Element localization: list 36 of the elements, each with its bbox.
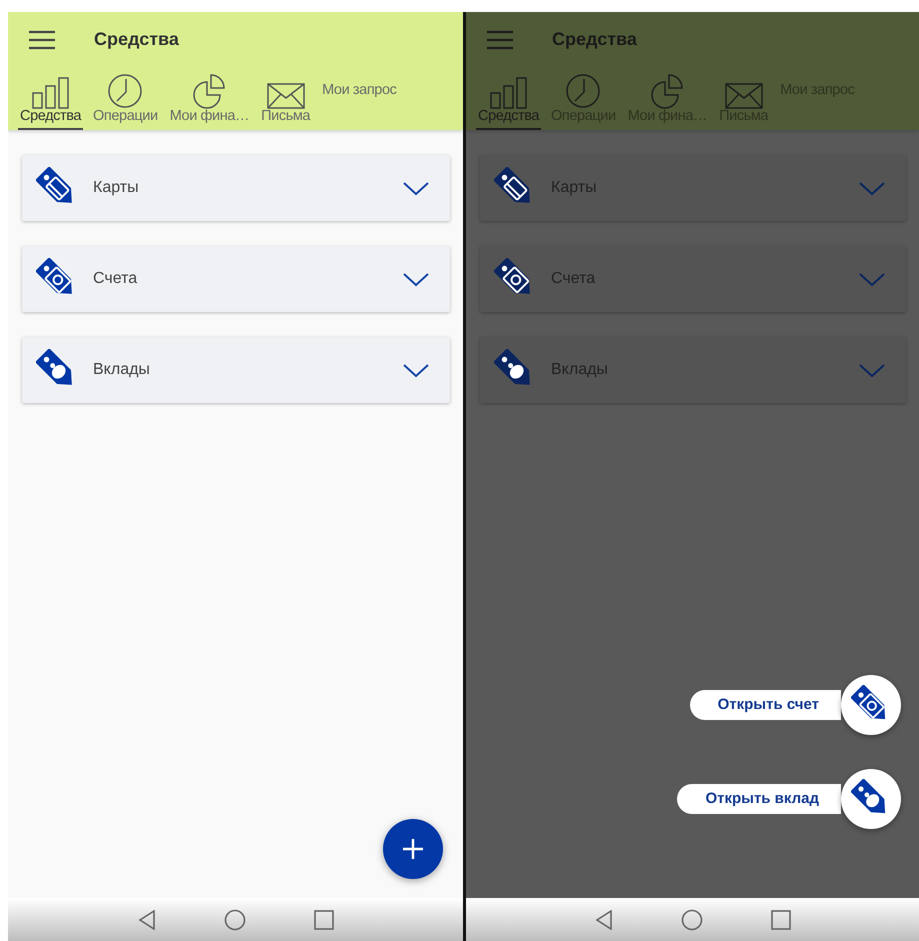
chevron-down-icon [402, 180, 430, 196]
tab[interactable]: Письма [259, 83, 312, 130]
back-icon[interactable] [138, 910, 156, 930]
home-icon[interactable] [224, 908, 246, 930]
tab[interactable]: Операции [91, 73, 160, 130]
bar-chart-icon [32, 77, 70, 110]
accordion-header[interactable]: Счета [22, 246, 450, 312]
envelope-icon [724, 83, 763, 110]
screen-title: Средства [94, 28, 179, 51]
tab[interactable]: Мои запрос [320, 82, 398, 100]
action-icon-button[interactable] [841, 769, 901, 829]
screen-title: Средства [552, 28, 637, 51]
clock-icon [106, 73, 144, 110]
back-icon[interactable] [594, 910, 612, 930]
plus-icon [402, 838, 424, 860]
add-button[interactable] [383, 819, 443, 879]
chevron-down-icon [858, 180, 886, 196]
action-icon-button[interactable] [841, 675, 901, 735]
recent-apps-icon[interactable] [770, 910, 790, 930]
menu-icon[interactable] [28, 30, 56, 50]
chevron-down-icon [402, 362, 430, 378]
chevron-down-icon [858, 272, 886, 286]
envelope-icon [266, 83, 305, 110]
menu-action-button[interactable]: Открыть вклад [677, 784, 841, 814]
tab[interactable]: Средства [476, 77, 542, 130]
chevron-down-icon [402, 272, 430, 286]
bar-chart-icon [490, 77, 528, 110]
accordion-header[interactable]: Карты [22, 155, 450, 221]
tab[interactable]: Мои фина… [168, 73, 252, 130]
recent-apps-icon[interactable] [314, 910, 334, 930]
home-icon[interactable] [680, 908, 702, 930]
chevron-down-icon [858, 362, 886, 378]
tab[interactable]: Средства [18, 77, 84, 130]
accordion-header[interactable]: Вклады [22, 337, 450, 403]
menu-action-button[interactable]: Открыть счет [690, 690, 841, 720]
clock-icon [564, 73, 602, 110]
